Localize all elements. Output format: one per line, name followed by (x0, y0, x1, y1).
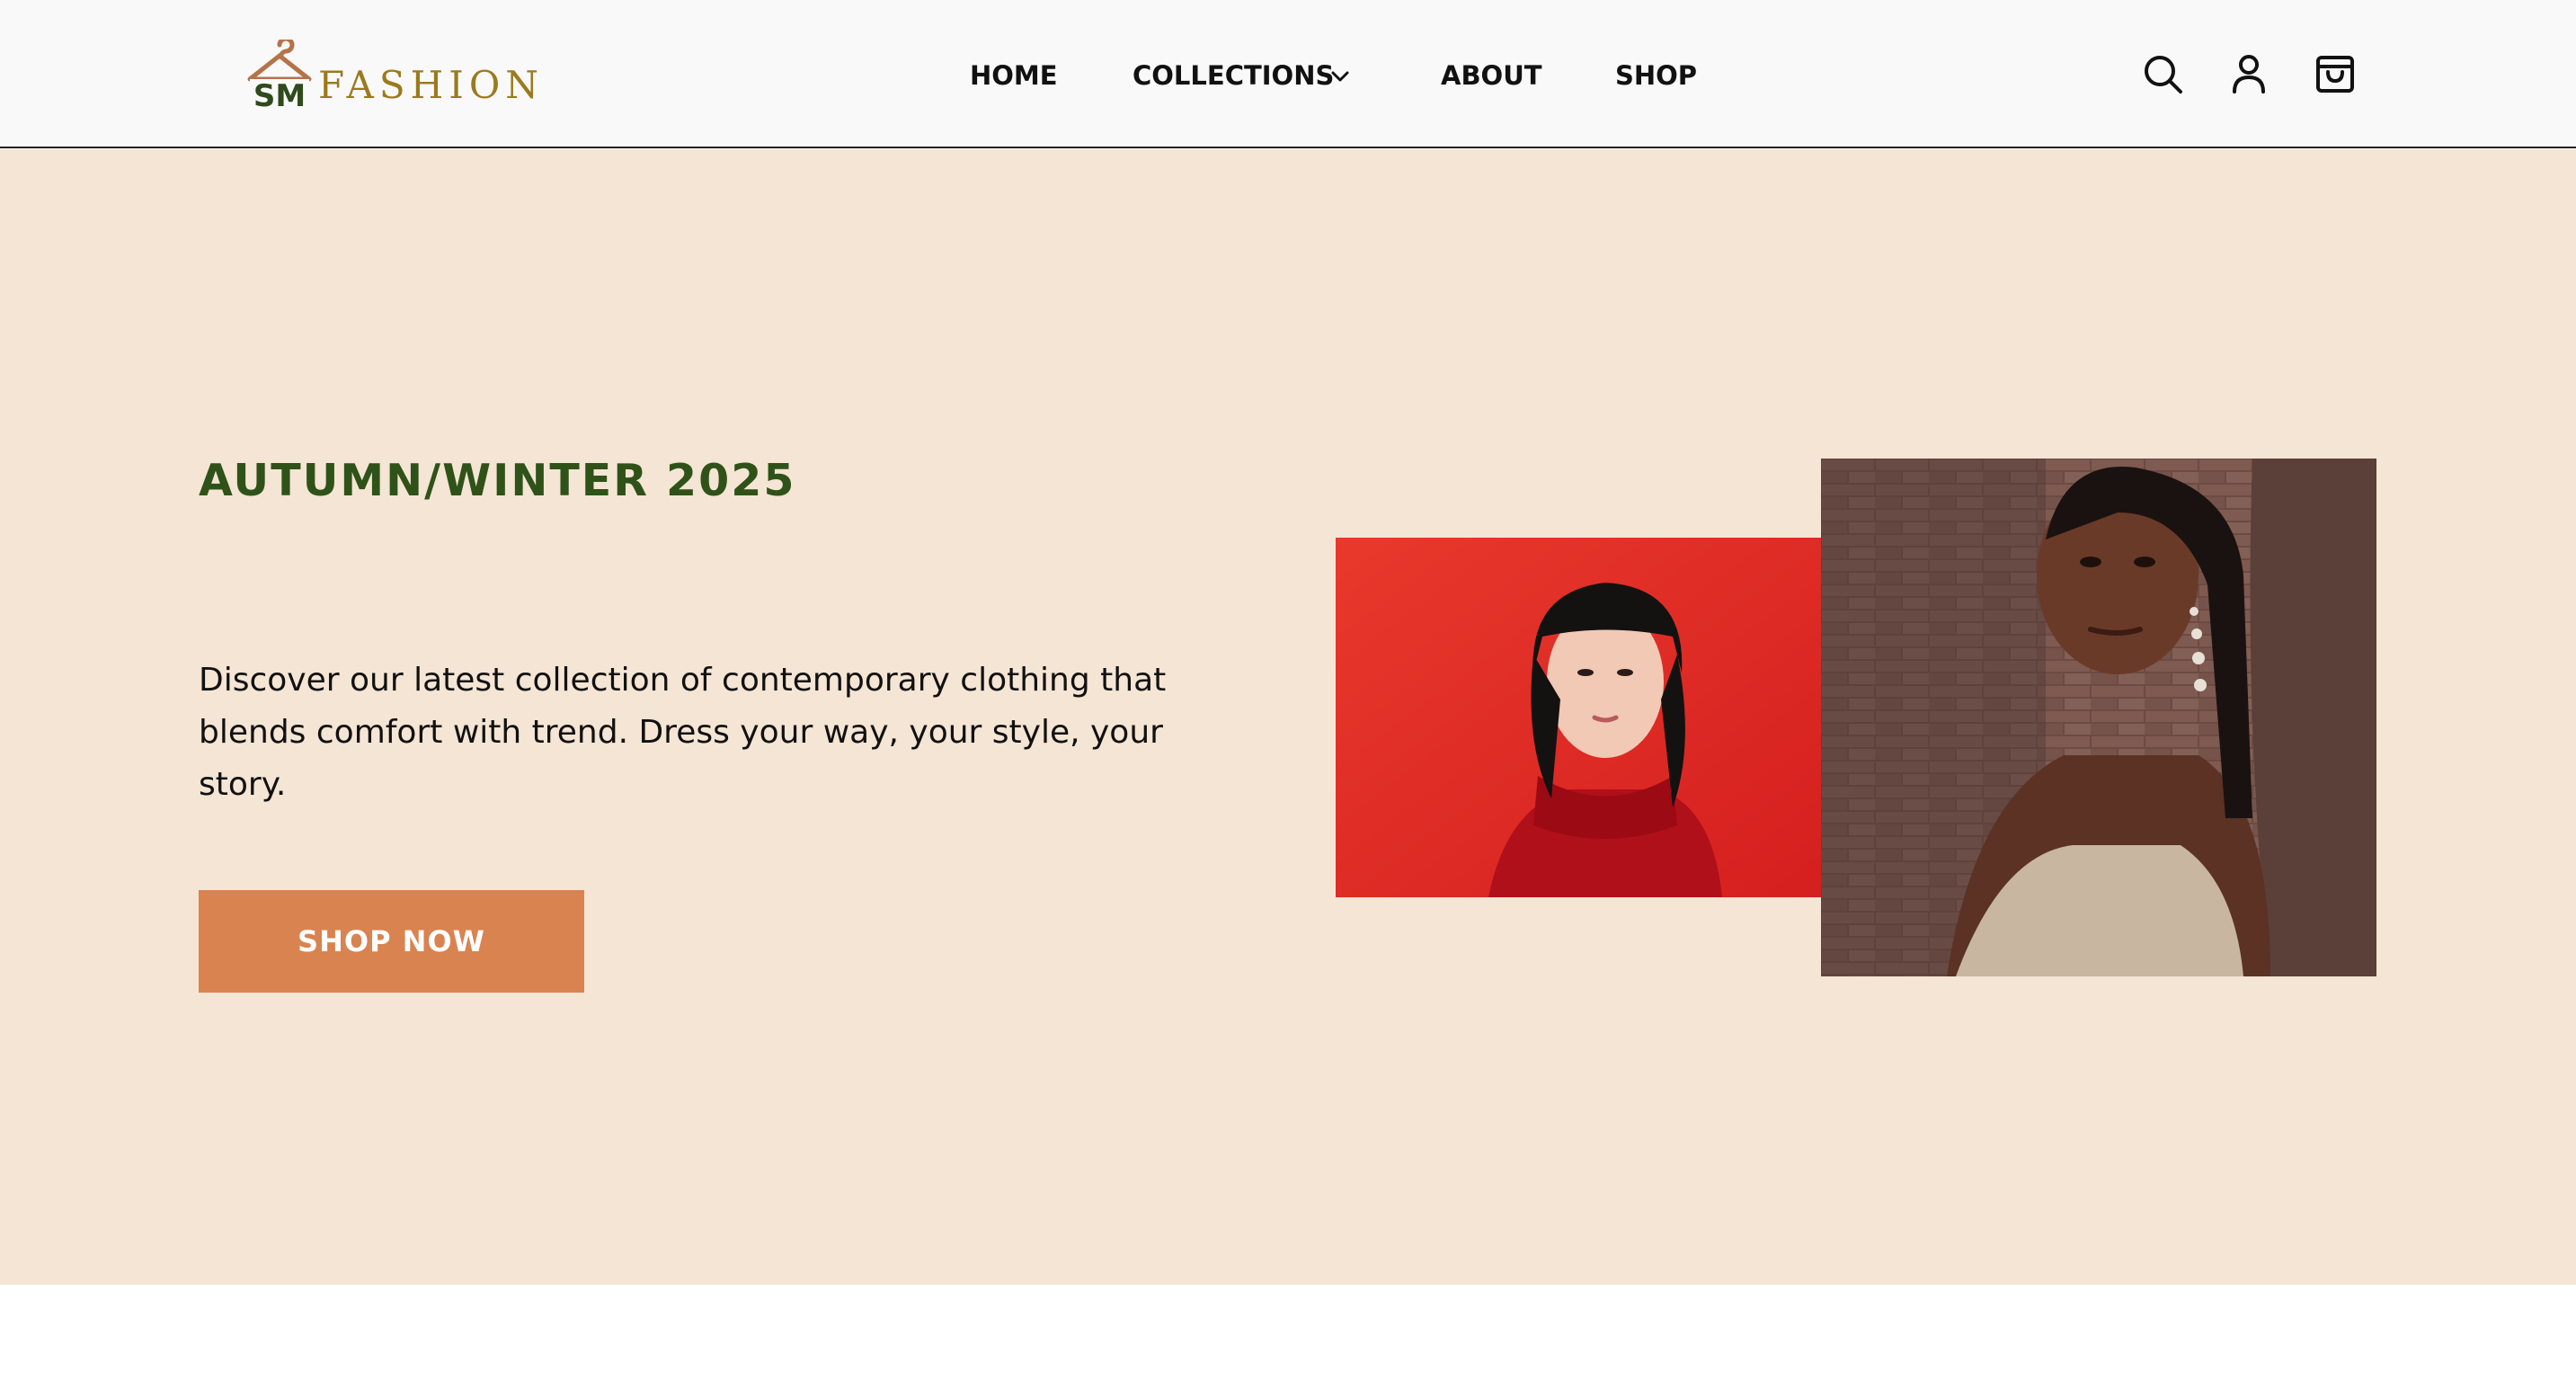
nav-about[interactable]: ABOUT (1441, 61, 1542, 91)
hero-section: AUTUMN/WINTER 2025 Discover our latest c… (0, 149, 2576, 1285)
hero-image-red-turtleneck (1336, 538, 1821, 897)
site-header: SM FASHION HOME COLLECTIONS ABOUT SHOP (0, 0, 2576, 148)
hanger-logo-icon: SM (247, 40, 312, 113)
search-icon[interactable] (2141, 52, 2184, 95)
nav-home[interactable]: HOME (970, 61, 1058, 91)
hero-title: AUTUMN/WINTER 2025 (199, 455, 796, 506)
nav-shop[interactable]: SHOP (1615, 61, 1697, 91)
hero-description: Discover our latest collection of contem… (199, 662, 1167, 803)
user-icon[interactable] (2227, 52, 2270, 95)
hero-image-brick-wall (1821, 459, 2376, 976)
logo-monogram: SM (253, 78, 306, 113)
shopping-bag-icon[interactable] (2314, 52, 2357, 95)
shop-now-button[interactable]: SHOP NOW (199, 890, 584, 993)
chevron-down-icon[interactable] (1330, 70, 1350, 83)
brand-logo[interactable]: SM FASHION (243, 40, 538, 113)
nav-collections[interactable]: COLLECTIONS (1133, 61, 1334, 91)
brand-name: FASHION (318, 63, 544, 107)
